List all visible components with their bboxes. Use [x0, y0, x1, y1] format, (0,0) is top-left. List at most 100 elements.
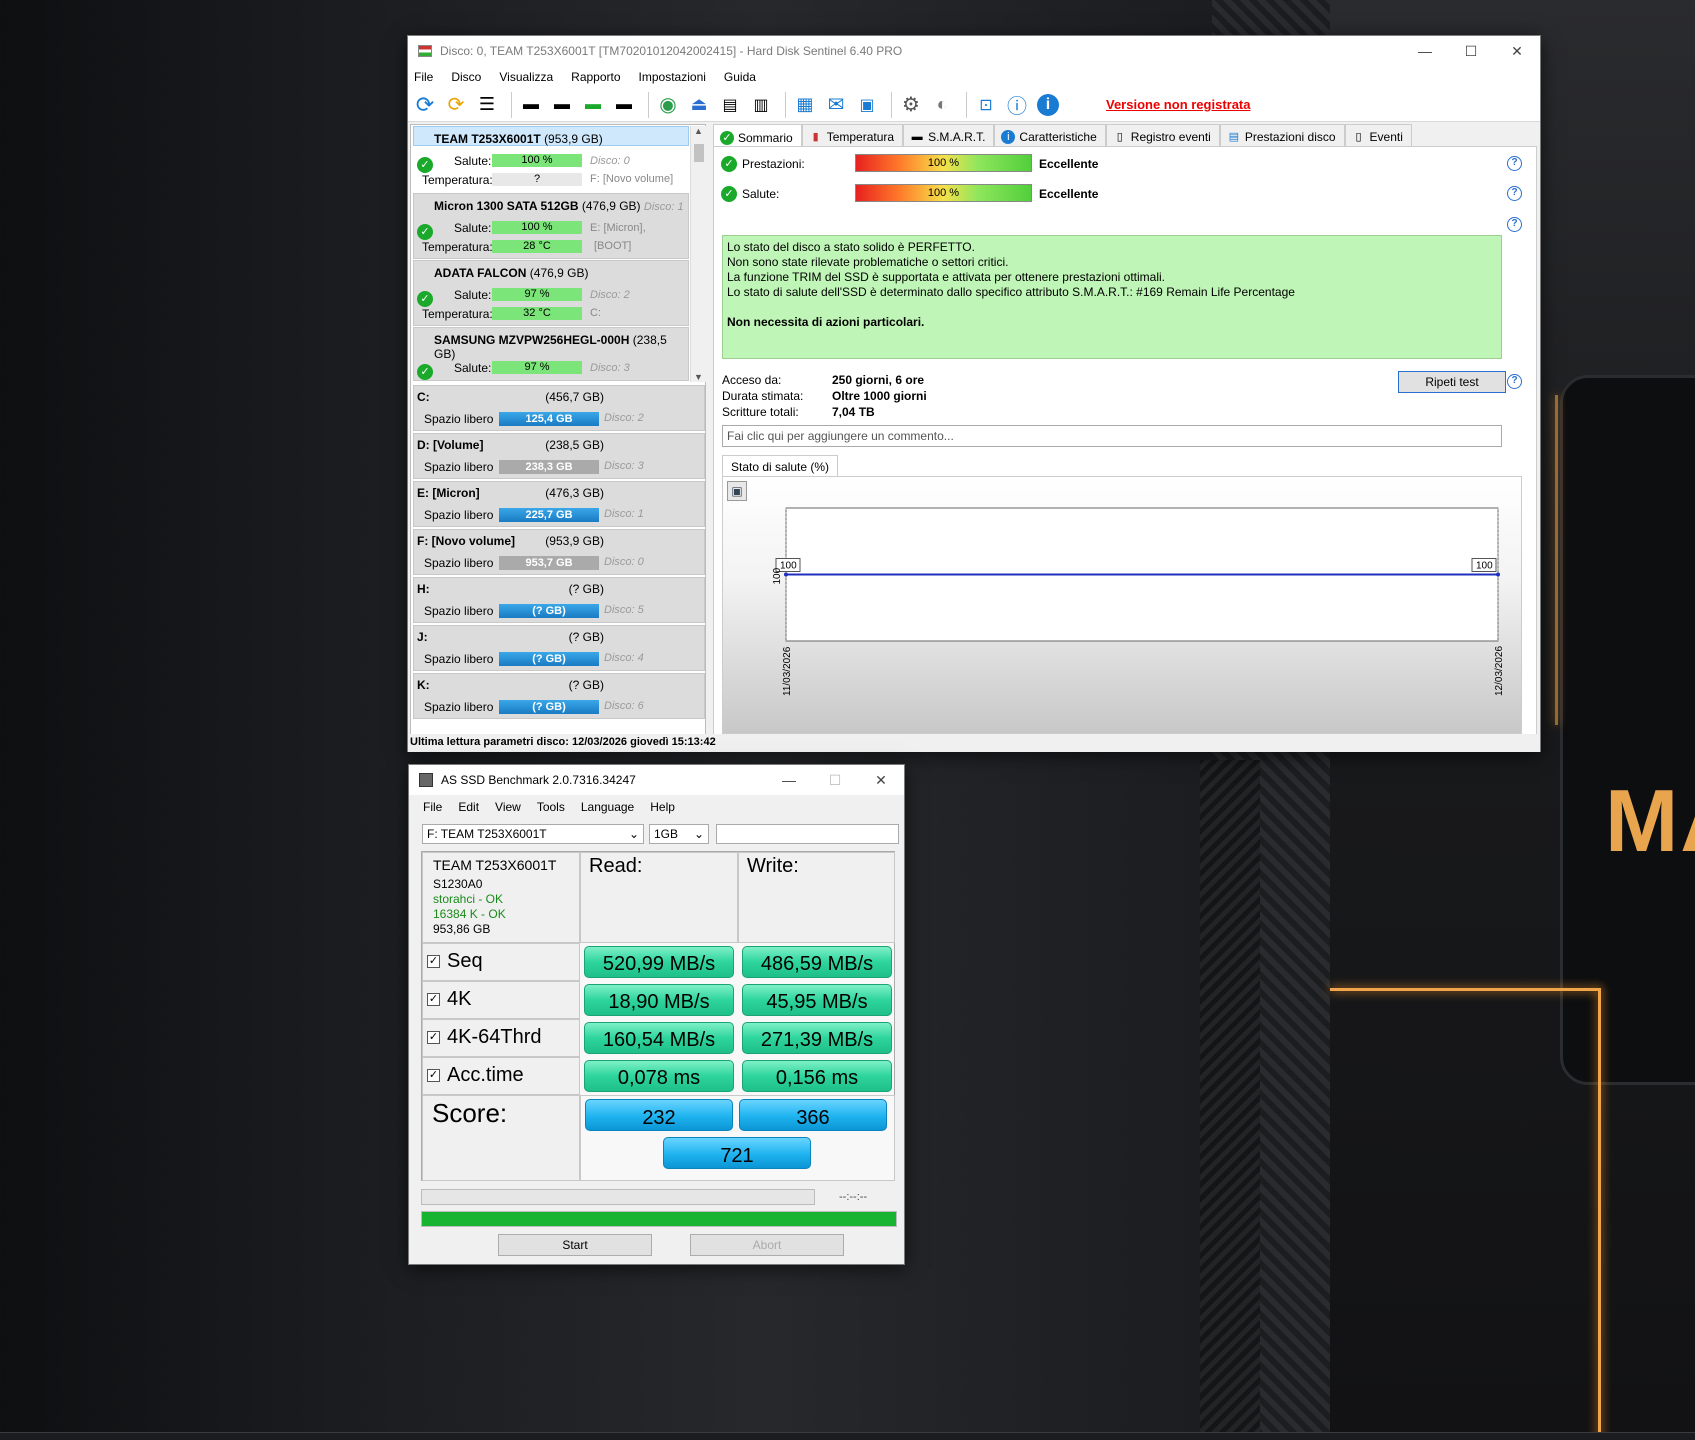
- volume-item[interactable]: H: (? GB) Spazio libero (? GB) Disco: 5: [413, 577, 705, 623]
- tab-temperatura[interactable]: ▮ Temperatura: [801, 124, 904, 146]
- menu-language[interactable]: Language: [581, 800, 634, 814]
- scroll-thumb[interactable]: [694, 144, 704, 162]
- read-header-cell: Read:: [580, 852, 738, 943]
- volume-item[interactable]: C: (456,7 GB) Spazio libero 125,4 GB Disco: …: [413, 385, 705, 431]
- tab-eventi[interactable]: ▯ Eventi: [1344, 124, 1412, 146]
- email-icon[interactable]: ✉: [823, 92, 849, 118]
- report-icon[interactable]: ▦: [792, 92, 818, 118]
- menu-view[interactable]: View: [495, 800, 521, 814]
- menu-visualizza[interactable]: Visualizza: [499, 70, 553, 84]
- volume-item[interactable]: D: [Volume] (238,5 GB) Spazio libero 238,3 …: [413, 433, 705, 479]
- sound-icon[interactable]: ◐: [929, 92, 955, 118]
- help-icon[interactable]: ?: [1507, 186, 1522, 201]
- test-row-label[interactable]: ✓ 4K: [427, 988, 471, 1011]
- volume-item[interactable]: E: [Micron] (476,3 GB) Spazio libero 225,7 …: [413, 481, 705, 527]
- checkbox-icon[interactable]: ✓: [427, 955, 440, 969]
- test-row-label[interactable]: ✓ Acc.time: [427, 1064, 524, 1087]
- tab-smart[interactable]: ▬ S.M.A.R.T.: [903, 124, 995, 146]
- toolbar-separator: [511, 91, 512, 118]
- test-row-label[interactable]: ✓ Seq: [427, 950, 483, 973]
- tab-sommario[interactable]: ✓ Sommario: [713, 124, 802, 147]
- disk-item-samsung[interactable]: SAMSUNG MZVPW256HEGL-000H (238,5 GB) ✓ S…: [413, 327, 689, 381]
- refresh-warning-icon[interactable]: ⟳: [443, 92, 469, 118]
- eject-icon[interactable]: ⏏: [686, 92, 712, 118]
- refresh-icon[interactable]: ⟳: [412, 92, 438, 118]
- network-icon[interactable]: ▣: [854, 92, 880, 118]
- point-label: 100: [1476, 561, 1493, 572]
- menu-file[interactable]: File: [414, 70, 433, 84]
- scritture-label: Scritture totali:: [722, 405, 799, 419]
- asssd-titlebar[interactable]: AS SSD Benchmark 2.0.7316.34247 — ☐ ✕: [409, 765, 904, 795]
- minimize-icon[interactable]: —: [766, 765, 812, 795]
- test-row-label[interactable]: ✓ 4K-64Thrd: [427, 1026, 542, 1049]
- scroll-down-icon[interactable]: ▼: [691, 372, 706, 382]
- close-icon[interactable]: ✕: [858, 765, 904, 795]
- ripeti-test-button[interactable]: Ripeti test: [1398, 371, 1506, 393]
- disk-list-scrollbar[interactable]: ▲ ▼: [690, 126, 706, 382]
- disk-item-team[interactable]: TEAM T253X6001T (953,9 GB) ✓ Salute: 100…: [413, 126, 689, 187]
- volume-item[interactable]: F: [Novo volume] (953,9 GB) Spazio libero 9…: [413, 529, 705, 575]
- screenshot-icon[interactable]: ⊡: [973, 92, 999, 118]
- status-line: Lo stato di salute dell'SSD è determinat…: [727, 285, 1295, 299]
- hds-titlebar[interactable]: Disco: 0, TEAM T253X6001T [TM70201012042…: [408, 36, 1540, 66]
- tab-registro-eventi[interactable]: ▯ Registro eventi: [1105, 124, 1220, 146]
- volume-disk: Disco: 2: [604, 412, 644, 424]
- menu-guida[interactable]: Guida: [724, 70, 756, 84]
- menu-rapporto[interactable]: Rapporto: [571, 70, 620, 84]
- maximize-icon[interactable]: ☐: [1448, 36, 1494, 66]
- drive-select[interactable]: F: TEAM T253X6001T ⌄: [422, 824, 644, 844]
- globe-icon[interactable]: ◉: [655, 92, 681, 118]
- disk-item-adata[interactable]: ADATA FALCON (476,9 GB) ✓ Salute: 97 % D…: [413, 260, 689, 326]
- backup-icon[interactable]: ▥: [748, 92, 774, 118]
- volume-disk: Disco: 3: [604, 460, 644, 472]
- help-icon[interactable]: ⓘ: [1004, 92, 1030, 118]
- tab-caratteristiche[interactable]: i Caratteristiche: [994, 124, 1106, 146]
- volume-info: E: [Micron],: [590, 222, 646, 234]
- checkbox-icon[interactable]: ✓: [427, 1031, 440, 1045]
- comment-field[interactable]: Fai clic qui per aggiungere un commento.…: [722, 425, 1502, 447]
- gear-icon[interactable]: ⚙: [898, 92, 924, 118]
- tab-stato-di-salute[interactable]: Stato di salute (%): [722, 455, 839, 477]
- y-tick-label: 100: [772, 567, 783, 584]
- taskbar[interactable]: [0, 1432, 1695, 1440]
- disk-check-icon[interactable]: ▬: [580, 92, 606, 118]
- disk-clock-icon[interactable]: ▬: [549, 92, 575, 118]
- help-icon[interactable]: ?: [1507, 156, 1522, 171]
- disk-item-micron[interactable]: Micron 1300 SATA 512GB (476,9 GB) Disco:…: [413, 193, 689, 259]
- checkbox-icon[interactable]: ✓: [427, 993, 440, 1007]
- volume-size: (238,5 GB): [545, 438, 604, 452]
- volume-name: J:: [417, 630, 428, 644]
- info-icon[interactable]: i: [1035, 92, 1061, 118]
- disk-icon[interactable]: ▬: [518, 92, 544, 118]
- unregistered-link[interactable]: Versione non registrata: [1106, 97, 1251, 112]
- free-space-bar: 238,3 GB: [499, 460, 599, 474]
- scroll-up-icon[interactable]: ▲: [691, 126, 706, 136]
- status-line: La funzione TRIM del SSD è supportata e …: [727, 270, 1166, 284]
- close-icon[interactable]: ✕: [1494, 36, 1540, 66]
- checkbox-icon[interactable]: ✓: [427, 1069, 440, 1083]
- size-select[interactable]: 1GB ⌄: [649, 824, 709, 844]
- data-point: [1496, 572, 1500, 577]
- drives-icon[interactable]: ▤: [717, 92, 743, 118]
- volume-item[interactable]: J: (? GB) Spazio libero (? GB) Disco: 4: [413, 625, 705, 671]
- disk-list-icon[interactable]: ☰: [474, 92, 500, 118]
- menu-help[interactable]: Help: [650, 800, 675, 814]
- help-icon[interactable]: ?: [1507, 374, 1522, 389]
- abort-button[interactable]: Abort: [690, 1234, 844, 1256]
- temperatura-label: Temperatura:: [422, 307, 493, 321]
- tab-prestazioni-disco[interactable]: ▤ Prestazioni disco: [1219, 124, 1345, 146]
- menu-disco[interactable]: Disco: [451, 70, 481, 84]
- maximize-icon[interactable]: ☐: [812, 765, 858, 795]
- minimize-icon[interactable]: —: [1402, 36, 1448, 66]
- menu-impostazioni[interactable]: Impostazioni: [639, 70, 706, 84]
- start-button[interactable]: Start: [498, 1234, 652, 1256]
- help-icon[interactable]: ?: [1507, 217, 1522, 232]
- volume-item[interactable]: K: (? GB) Spazio libero (? GB) Disco: 6: [413, 673, 705, 719]
- alignment-status: 16384 K - OK: [433, 907, 506, 921]
- menu-edit[interactable]: Edit: [458, 800, 479, 814]
- menu-tools[interactable]: Tools: [537, 800, 565, 814]
- temperature-bar: 32 °C: [492, 307, 582, 320]
- menu-file[interactable]: File: [423, 800, 442, 814]
- notes-input[interactable]: [716, 824, 899, 844]
- disk-test-icon[interactable]: ▬: [611, 92, 637, 118]
